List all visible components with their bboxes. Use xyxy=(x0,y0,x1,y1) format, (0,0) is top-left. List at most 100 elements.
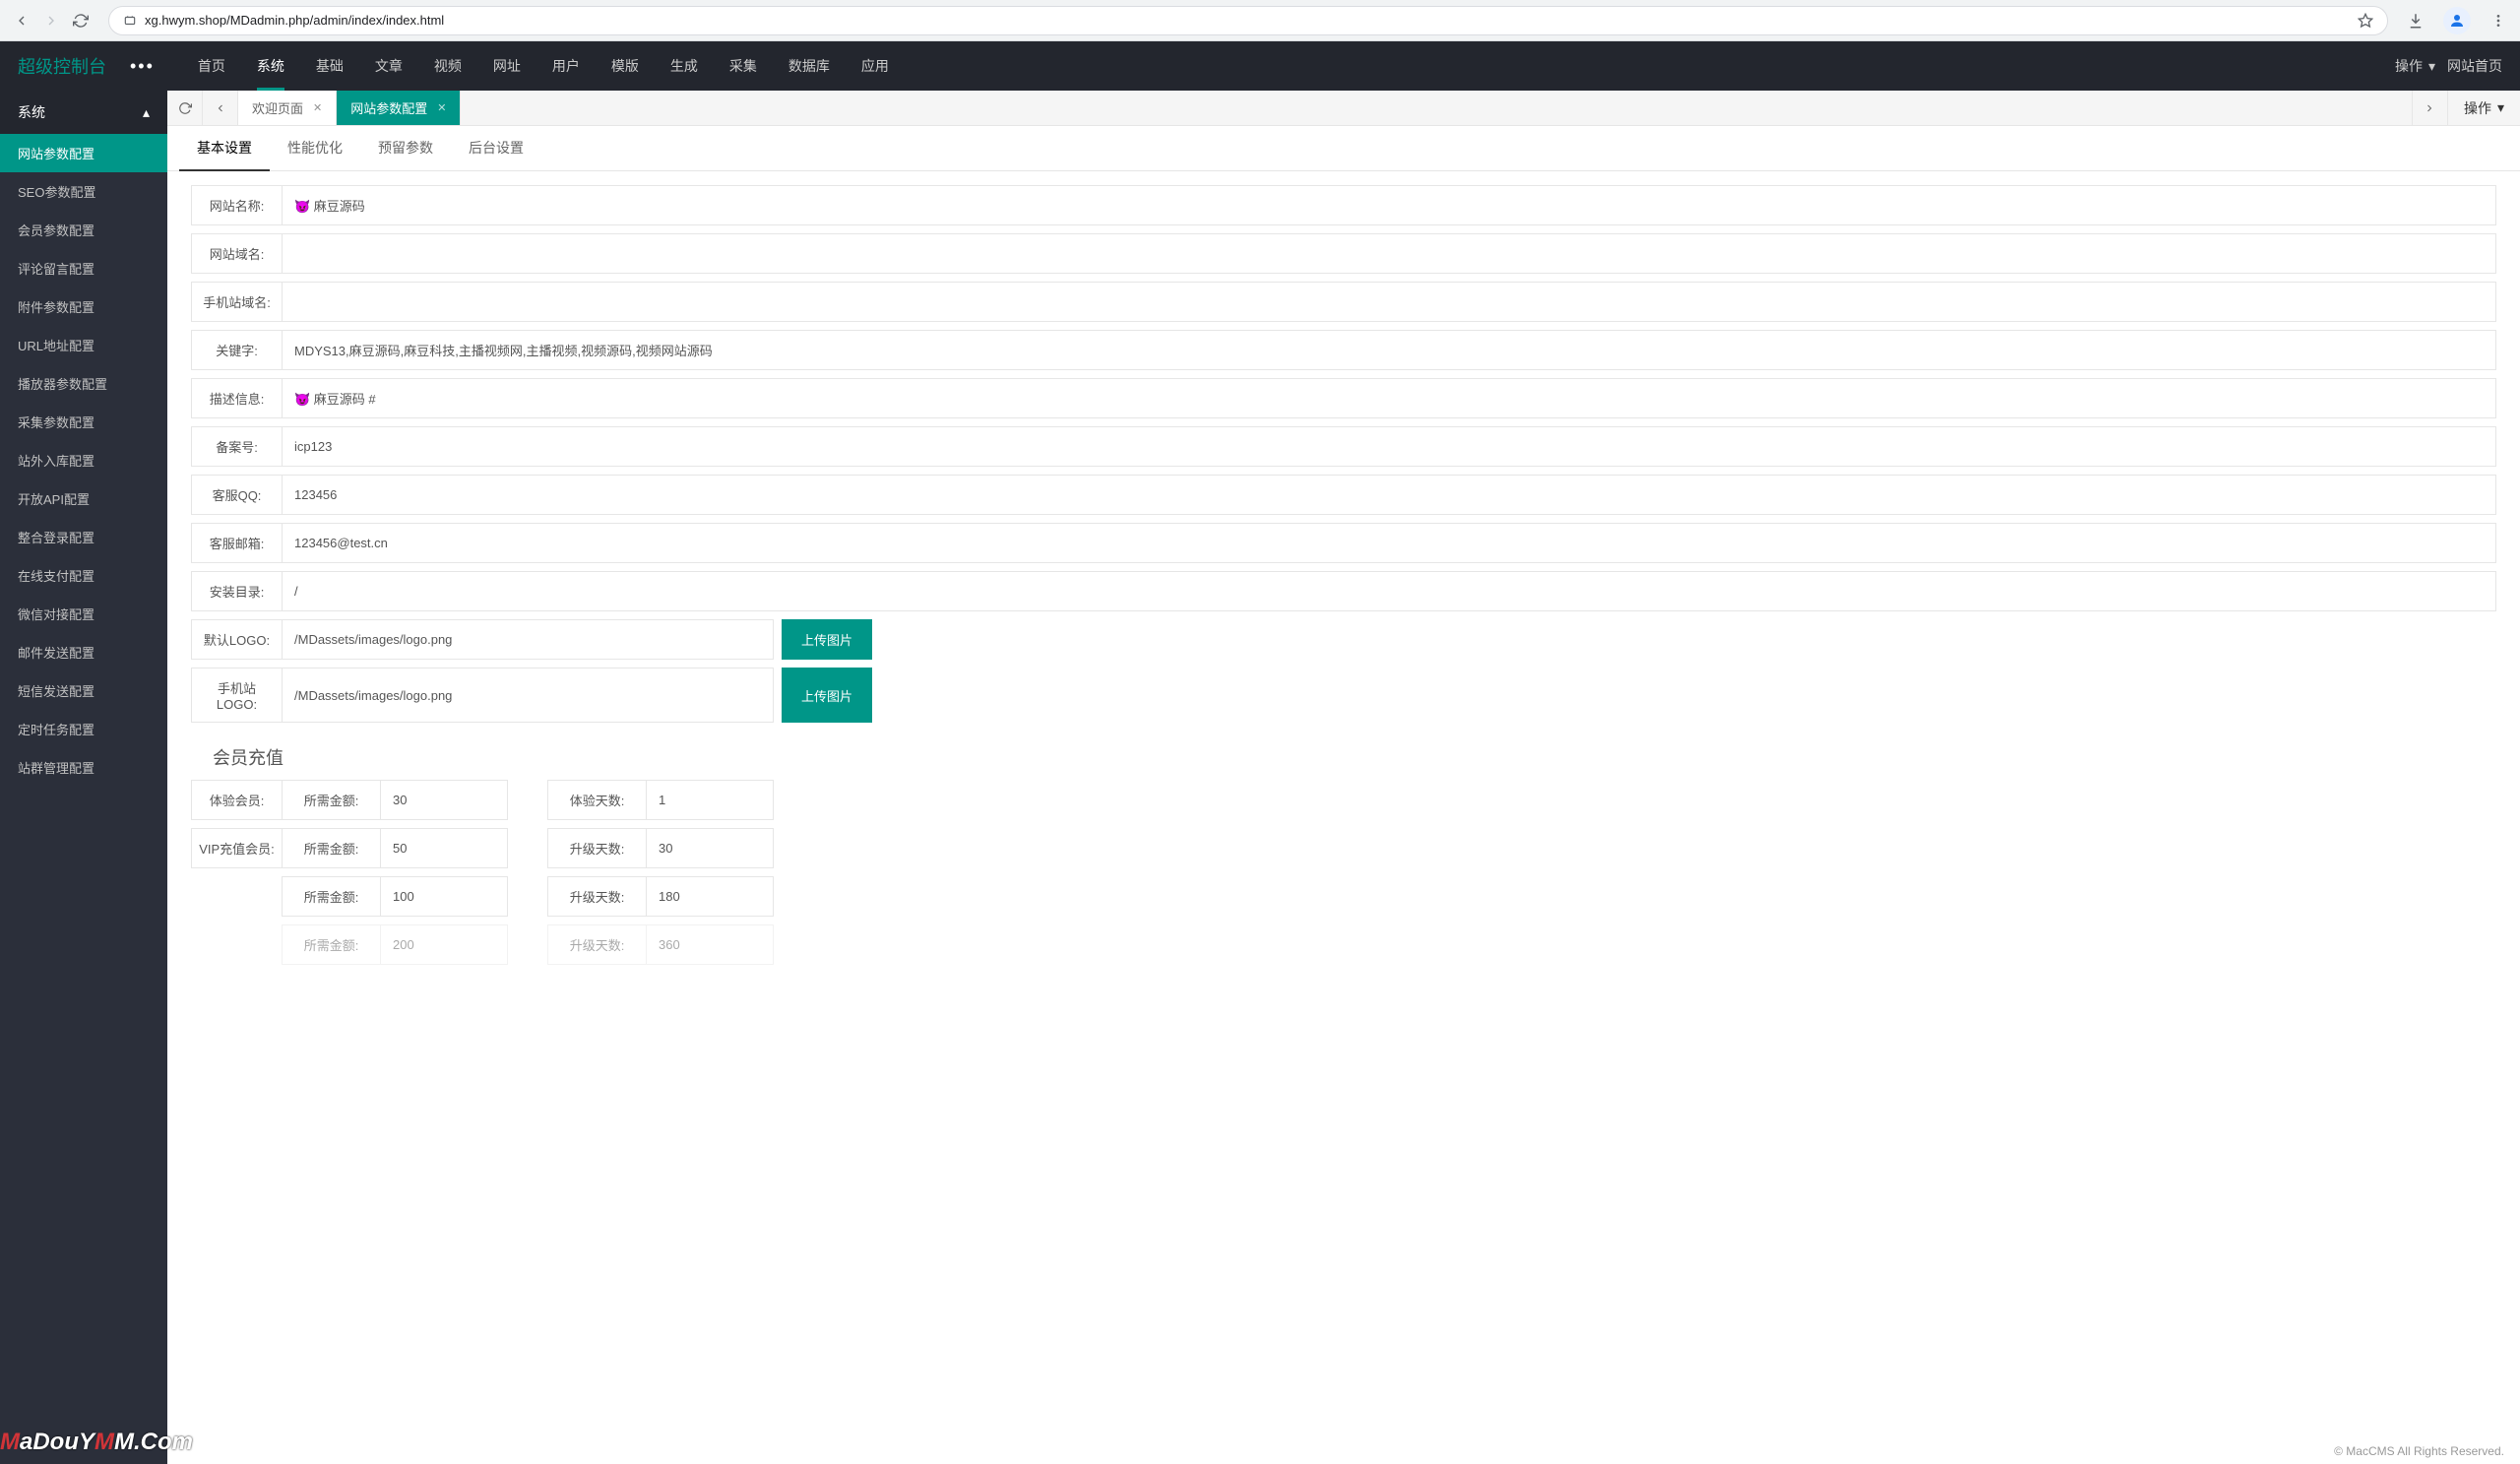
sidebar-item-email[interactable]: 邮件发送配置 xyxy=(0,633,167,671)
tab-next-icon[interactable] xyxy=(2412,91,2447,125)
label-amount: 所需金额: xyxy=(282,780,380,820)
subtab-basic[interactable]: 基本设置 xyxy=(179,126,270,171)
sidebar-item-cron[interactable]: 定时任务配置 xyxy=(0,710,167,748)
sidebar-item-sitegroup[interactable]: 站群管理配置 xyxy=(0,748,167,787)
topnav-action-dropdown[interactable]: 操作▾ xyxy=(2395,56,2435,76)
topnav-template[interactable]: 模版 xyxy=(596,41,655,91)
basic-settings-form: 网站名称: 网站域名: 手机站域名: 关键字: 描述信息: xyxy=(167,171,2520,987)
sidebar-item-member[interactable]: 会员参数配置 xyxy=(0,211,167,249)
subtab-backend[interactable]: 后台设置 xyxy=(451,126,541,170)
star-icon[interactable] xyxy=(2358,13,2373,29)
input-trial-amount[interactable] xyxy=(380,780,508,820)
back-button[interactable] xyxy=(12,11,32,31)
section-recharge-title: 会员充值 xyxy=(191,731,2496,780)
sidebar-item-api[interactable]: 开放API配置 xyxy=(0,479,167,518)
topnav-home[interactable]: 首页 xyxy=(182,41,241,91)
input-mobile-logo[interactable] xyxy=(282,668,774,723)
label-keywords: 关键字: xyxy=(191,330,282,370)
input-vip1-days[interactable] xyxy=(646,828,774,868)
input-keywords[interactable] xyxy=(282,330,2496,370)
topnav-generate[interactable]: 生成 xyxy=(655,41,714,91)
url-text: xg.hwym.shop/MDadmin.php/admin/index/ind… xyxy=(145,13,2350,28)
input-vip3-amount[interactable] xyxy=(380,924,508,965)
label-logo: 默认LOGO: xyxy=(191,619,282,660)
input-site-domain[interactable] xyxy=(282,233,2496,274)
label-qq: 客服QQ: xyxy=(191,475,282,515)
sidebar-item-external[interactable]: 站外入库配置 xyxy=(0,441,167,479)
label-mobile-domain: 手机站域名: xyxy=(191,282,282,322)
tab-site-config[interactable]: 网站参数配置✕ xyxy=(337,91,461,125)
caret-down-icon: ▾ xyxy=(2497,99,2504,116)
label-amount: 所需金额: xyxy=(282,876,380,917)
input-qq[interactable] xyxy=(282,475,2496,515)
tab-refresh-icon[interactable] xyxy=(167,91,203,125)
label-trial-member: 体验会员: xyxy=(191,780,282,820)
subtab-performance[interactable]: 性能优化 xyxy=(270,126,360,170)
sidebar-item-sms[interactable]: 短信发送配置 xyxy=(0,671,167,710)
input-vip2-amount[interactable] xyxy=(380,876,508,917)
topnav-url[interactable]: 网址 xyxy=(477,41,536,91)
input-site-name[interactable] xyxy=(282,185,2496,225)
label-amount: 所需金额: xyxy=(282,828,380,868)
input-icp[interactable] xyxy=(282,426,2496,467)
topnav-system[interactable]: 系统 xyxy=(241,41,300,91)
tab-prev-icon[interactable] xyxy=(203,91,238,125)
content-panel: 基本设置 性能优化 预留参数 后台设置 网站名称: 网站域名: 手机站域名: xyxy=(167,126,2520,1464)
browser-toolbar: xg.hwym.shop/MDadmin.php/admin/index/ind… xyxy=(0,0,2520,41)
upload-mobile-logo-button[interactable]: 上传图片 xyxy=(782,668,872,723)
input-vip1-amount[interactable] xyxy=(380,828,508,868)
sidebar-item-comment[interactable]: 评论留言配置 xyxy=(0,249,167,287)
sidebar-item-seo[interactable]: SEO参数配置 xyxy=(0,172,167,211)
tab-operations-dropdown[interactable]: 操作▾ xyxy=(2447,91,2520,125)
profile-icon[interactable] xyxy=(2443,7,2471,34)
sidebar-item-collect[interactable]: 采集参数配置 xyxy=(0,403,167,441)
topnav-article[interactable]: 文章 xyxy=(359,41,418,91)
subtab-reserved[interactable]: 预留参数 xyxy=(360,126,451,170)
topnav-app[interactable]: 应用 xyxy=(846,41,905,91)
sidebar-item-player[interactable]: 播放器参数配置 xyxy=(0,364,167,403)
menu-icon[interactable] xyxy=(2488,11,2508,31)
download-icon[interactable] xyxy=(2406,11,2426,31)
input-logo[interactable] xyxy=(282,619,774,660)
sidebar-item-url[interactable]: URL地址配置 xyxy=(0,326,167,364)
topnav-collect[interactable]: 采集 xyxy=(714,41,773,91)
close-icon[interactable]: ✕ xyxy=(437,101,446,114)
label-email: 客服邮箱: xyxy=(191,523,282,563)
label-site-domain: 网站域名: xyxy=(191,233,282,274)
label-upgrade-days: 升级天数: xyxy=(547,924,646,965)
sidebar-item-payment[interactable]: 在线支付配置 xyxy=(0,556,167,595)
input-vip2-days[interactable] xyxy=(646,876,774,917)
upload-logo-button[interactable]: 上传图片 xyxy=(782,619,872,660)
input-mobile-domain[interactable] xyxy=(282,282,2496,322)
sidebar-item-wechat[interactable]: 微信对接配置 xyxy=(0,595,167,633)
input-email[interactable] xyxy=(282,523,2496,563)
site-info-icon[interactable] xyxy=(123,14,137,28)
watermark: MaDouYMM.Com xyxy=(0,1429,193,1456)
caret-up-icon: ▴ xyxy=(143,104,150,121)
tab-welcome[interactable]: 欢迎页面✕ xyxy=(238,91,337,125)
topnav-video[interactable]: 视频 xyxy=(418,41,477,91)
form-subtabs: 基本设置 性能优化 预留参数 后台设置 xyxy=(167,126,2520,171)
topnav-site-home[interactable]: 网站首页 xyxy=(2447,56,2502,76)
footer-copyright: © MacCMS All Rights Reserved. xyxy=(2318,1438,2520,1464)
caret-down-icon: ▾ xyxy=(2428,58,2435,75)
input-install-dir[interactable] xyxy=(282,571,2496,611)
topnav-database[interactable]: 数据库 xyxy=(773,41,846,91)
forward-button[interactable] xyxy=(41,11,61,31)
input-description[interactable] xyxy=(282,378,2496,418)
sidebar-item-login[interactable]: 整合登录配置 xyxy=(0,518,167,556)
reload-button[interactable] xyxy=(71,11,91,31)
sidebar-item-attachment[interactable]: 附件参数配置 xyxy=(0,287,167,326)
close-icon[interactable]: ✕ xyxy=(313,101,322,114)
address-bar[interactable]: xg.hwym.shop/MDadmin.php/admin/index/ind… xyxy=(108,6,2388,35)
sidebar-item-site-config[interactable]: 网站参数配置 xyxy=(0,134,167,172)
label-description: 描述信息: xyxy=(191,378,282,418)
sidebar-group-system[interactable]: 系统 ▴ xyxy=(0,91,167,134)
label-icp: 备案号: xyxy=(191,426,282,467)
topnav-basic[interactable]: 基础 xyxy=(300,41,359,91)
label-mobile-logo: 手机站LOGO: xyxy=(191,668,282,723)
input-vip3-days[interactable] xyxy=(646,924,774,965)
menu-toggle-icon[interactable]: ••• xyxy=(130,56,155,77)
topnav-user[interactable]: 用户 xyxy=(536,41,596,91)
input-trial-days[interactable] xyxy=(646,780,774,820)
